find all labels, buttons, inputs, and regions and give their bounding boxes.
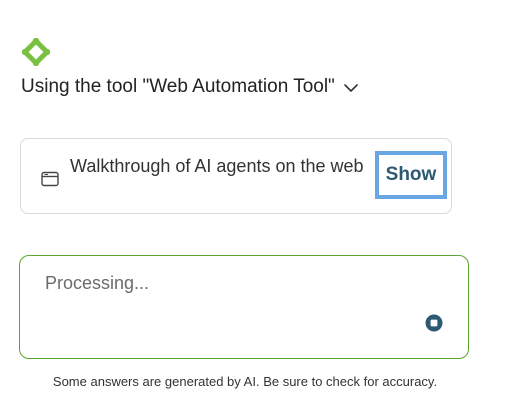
show-button[interactable]: Show	[375, 151, 447, 199]
stop-icon[interactable]	[425, 314, 443, 332]
logo-icon	[22, 38, 50, 66]
tool-selector[interactable]: Using the tool "Web Automation Tool"	[21, 76, 359, 98]
ai-disclaimer: Some answers are generated by AI. Be sur…	[52, 374, 438, 389]
browser-window-icon	[41, 171, 59, 187]
chevron-down-icon	[344, 84, 358, 92]
chat-panel: Using the tool "Web Automation Tool" Wal…	[0, 0, 512, 406]
message-input[interactable]: Processing...	[19, 255, 469, 359]
walkthrough-card: Walkthrough of AI agents on the web Show	[20, 138, 452, 214]
walkthrough-title: Walkthrough of AI agents on the web	[70, 156, 364, 176]
tool-label: Using the tool "Web Automation Tool"	[21, 76, 335, 97]
input-placeholder: Processing...	[45, 273, 150, 293]
